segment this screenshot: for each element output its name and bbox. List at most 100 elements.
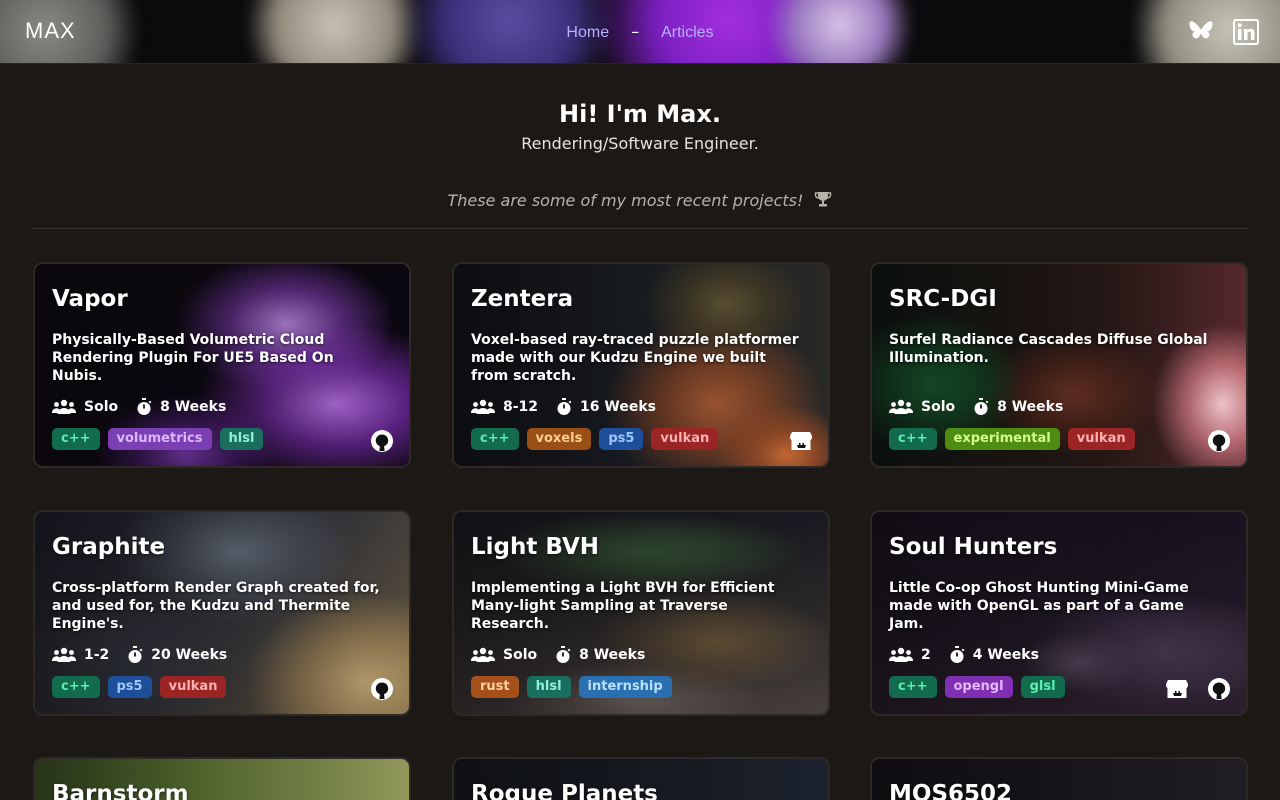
project-duration: 8 Weeks [997,399,1064,415]
nav-separator: – [631,22,640,41]
project-title: SRC-DGI [889,286,997,312]
stopwatch-icon [137,398,152,415]
project-tags: c++ volumetrics hlsl [52,428,271,450]
project-card-soul-hunters[interactable]: Soul Hunters Little Co-op Ghost Hunting … [870,510,1248,716]
bluesky-icon[interactable] [1188,19,1214,47]
project-card-light-bvh[interactable]: Light BVH Implementing a Light BVH for E… [452,510,830,716]
project-card-rogue-planets[interactable]: Rogue Planets [452,757,830,800]
project-card-graphite[interactable]: Graphite Cross-platform Render Graph cre… [33,510,411,716]
project-duration: 8 Weeks [160,399,227,415]
project-title: MOS6502 [889,781,1013,800]
project-title: Vapor [52,286,128,312]
project-duration: 4 Weeks [972,647,1039,663]
tag-volumetrics: volumetrics [107,428,212,450]
project-links [353,428,395,454]
tag-hlsl: hlsl [526,676,571,698]
project-links [353,676,395,702]
stopwatch-icon [974,398,989,415]
project-meta: 2 4 Weeks [889,646,1057,664]
project-title: Zentera [471,286,574,312]
trophy-icon [814,191,832,210]
team-icon [889,399,913,414]
project-team-size: Solo [921,399,956,415]
page-subtitle: Rendering/Software Engineer. [521,134,759,153]
project-links [1190,428,1232,454]
section-divider [32,228,1248,229]
team-icon [889,647,913,662]
itchio-icon[interactable] [788,428,814,454]
project-card-barnstorm[interactable]: Barnstorm [33,757,411,800]
project-links [772,428,814,454]
stopwatch-icon [950,646,965,663]
tag-experimental: experimental [944,428,1060,450]
tag-rust: rust [471,676,519,698]
tag-hlsl: hlsl [219,428,264,450]
tag-voxels: voxels [526,428,592,450]
project-meta: Solo 8 Weeks [471,646,663,664]
project-title: Soul Hunters [889,534,1058,560]
project-team-size: Solo [84,399,119,415]
team-icon [52,647,76,662]
project-meta: 1-2 20 Weeks [52,646,245,664]
stopwatch-icon [556,646,571,663]
stopwatch-icon [557,398,572,415]
github-icon[interactable] [369,676,395,702]
tag-opengl: opengl [944,676,1013,698]
project-description: Physically-Based Volumetric Cloud Render… [52,332,334,384]
project-title: Light BVH [471,534,600,560]
tag-glsl: glsl [1020,676,1065,698]
project-team-size: 1-2 [84,647,110,663]
project-title: Rogue Planets [471,781,658,800]
main-nav: Home – Articles [0,22,1280,42]
github-icon[interactable] [1206,428,1232,454]
project-description: Voxel-based ray-traced puzzle platformer… [471,332,799,384]
stopwatch-icon [128,646,143,663]
tag-cpp: c++ [889,676,937,698]
project-links [1148,676,1232,702]
project-description: Implementing a Light BVH for Efficient M… [471,580,775,632]
tag-vulkan: vulkan [651,428,719,450]
project-duration: 16 Weeks [580,399,656,415]
project-meta: Solo 8 Weeks [889,398,1081,416]
tag-ps5: ps5 [599,428,644,450]
project-card-vapor[interactable]: Vapor Physically-Based Volumetric Cloud … [33,262,411,468]
page-title: Hi! I'm Max. [559,100,721,128]
project-title: Graphite [52,534,166,560]
project-duration: 8 Weeks [579,647,646,663]
project-card-mos6502[interactable]: MOS6502 [870,757,1248,800]
project-title: Barnstorm [52,781,189,800]
project-card-zentera[interactable]: Zentera Voxel-based ray-traced puzzle pl… [452,262,830,468]
tag-cpp: c++ [889,428,937,450]
github-icon[interactable] [369,428,395,454]
project-card-src-dgi[interactable]: SRC-DGI Surfel Radiance Cascades Diffuse… [870,262,1248,468]
project-team-size: 2 [921,647,931,663]
tag-cpp: c++ [52,428,100,450]
project-description: Little Co-op Ghost Hunting Mini-Game mad… [889,580,1189,632]
itchio-icon[interactable] [1164,676,1190,702]
tag-vulkan: vulkan [1067,428,1135,450]
linkedin-icon[interactable] [1233,19,1259,49]
nav-articles-link[interactable]: Articles [661,24,713,41]
project-tags: c++ experimental vulkan [889,428,1143,450]
project-tags: rust hlsl internship [471,676,680,698]
tag-internship: internship [578,676,672,698]
project-tags: c++ ps5 vulkan [52,676,234,698]
project-duration: 20 Weeks [151,647,228,663]
project-description: Surfel Radiance Cascades Diffuse Global … [889,332,1208,366]
team-icon [52,399,76,414]
tag-vulkan: vulkan [159,676,227,698]
tag-cpp: c++ [471,428,519,450]
tag-cpp: c++ [52,676,100,698]
project-meta: 8-12 16 Weeks [471,398,674,416]
project-meta: Solo 8 Weeks [52,398,244,416]
nav-home-link[interactable]: Home [566,24,609,41]
projects-intro-text: These are some of my most recent project… [447,191,804,210]
projects-intro: These are some of my most recent project… [0,190,1280,210]
project-tags: c++ opengl glsl [889,676,1073,698]
tag-ps5: ps5 [107,676,152,698]
team-icon [471,647,495,662]
project-team-size: Solo [503,647,538,663]
project-tags: c++ voxels ps5 vulkan [471,428,726,450]
github-icon[interactable] [1206,676,1232,702]
project-team-size: 8-12 [503,399,539,415]
